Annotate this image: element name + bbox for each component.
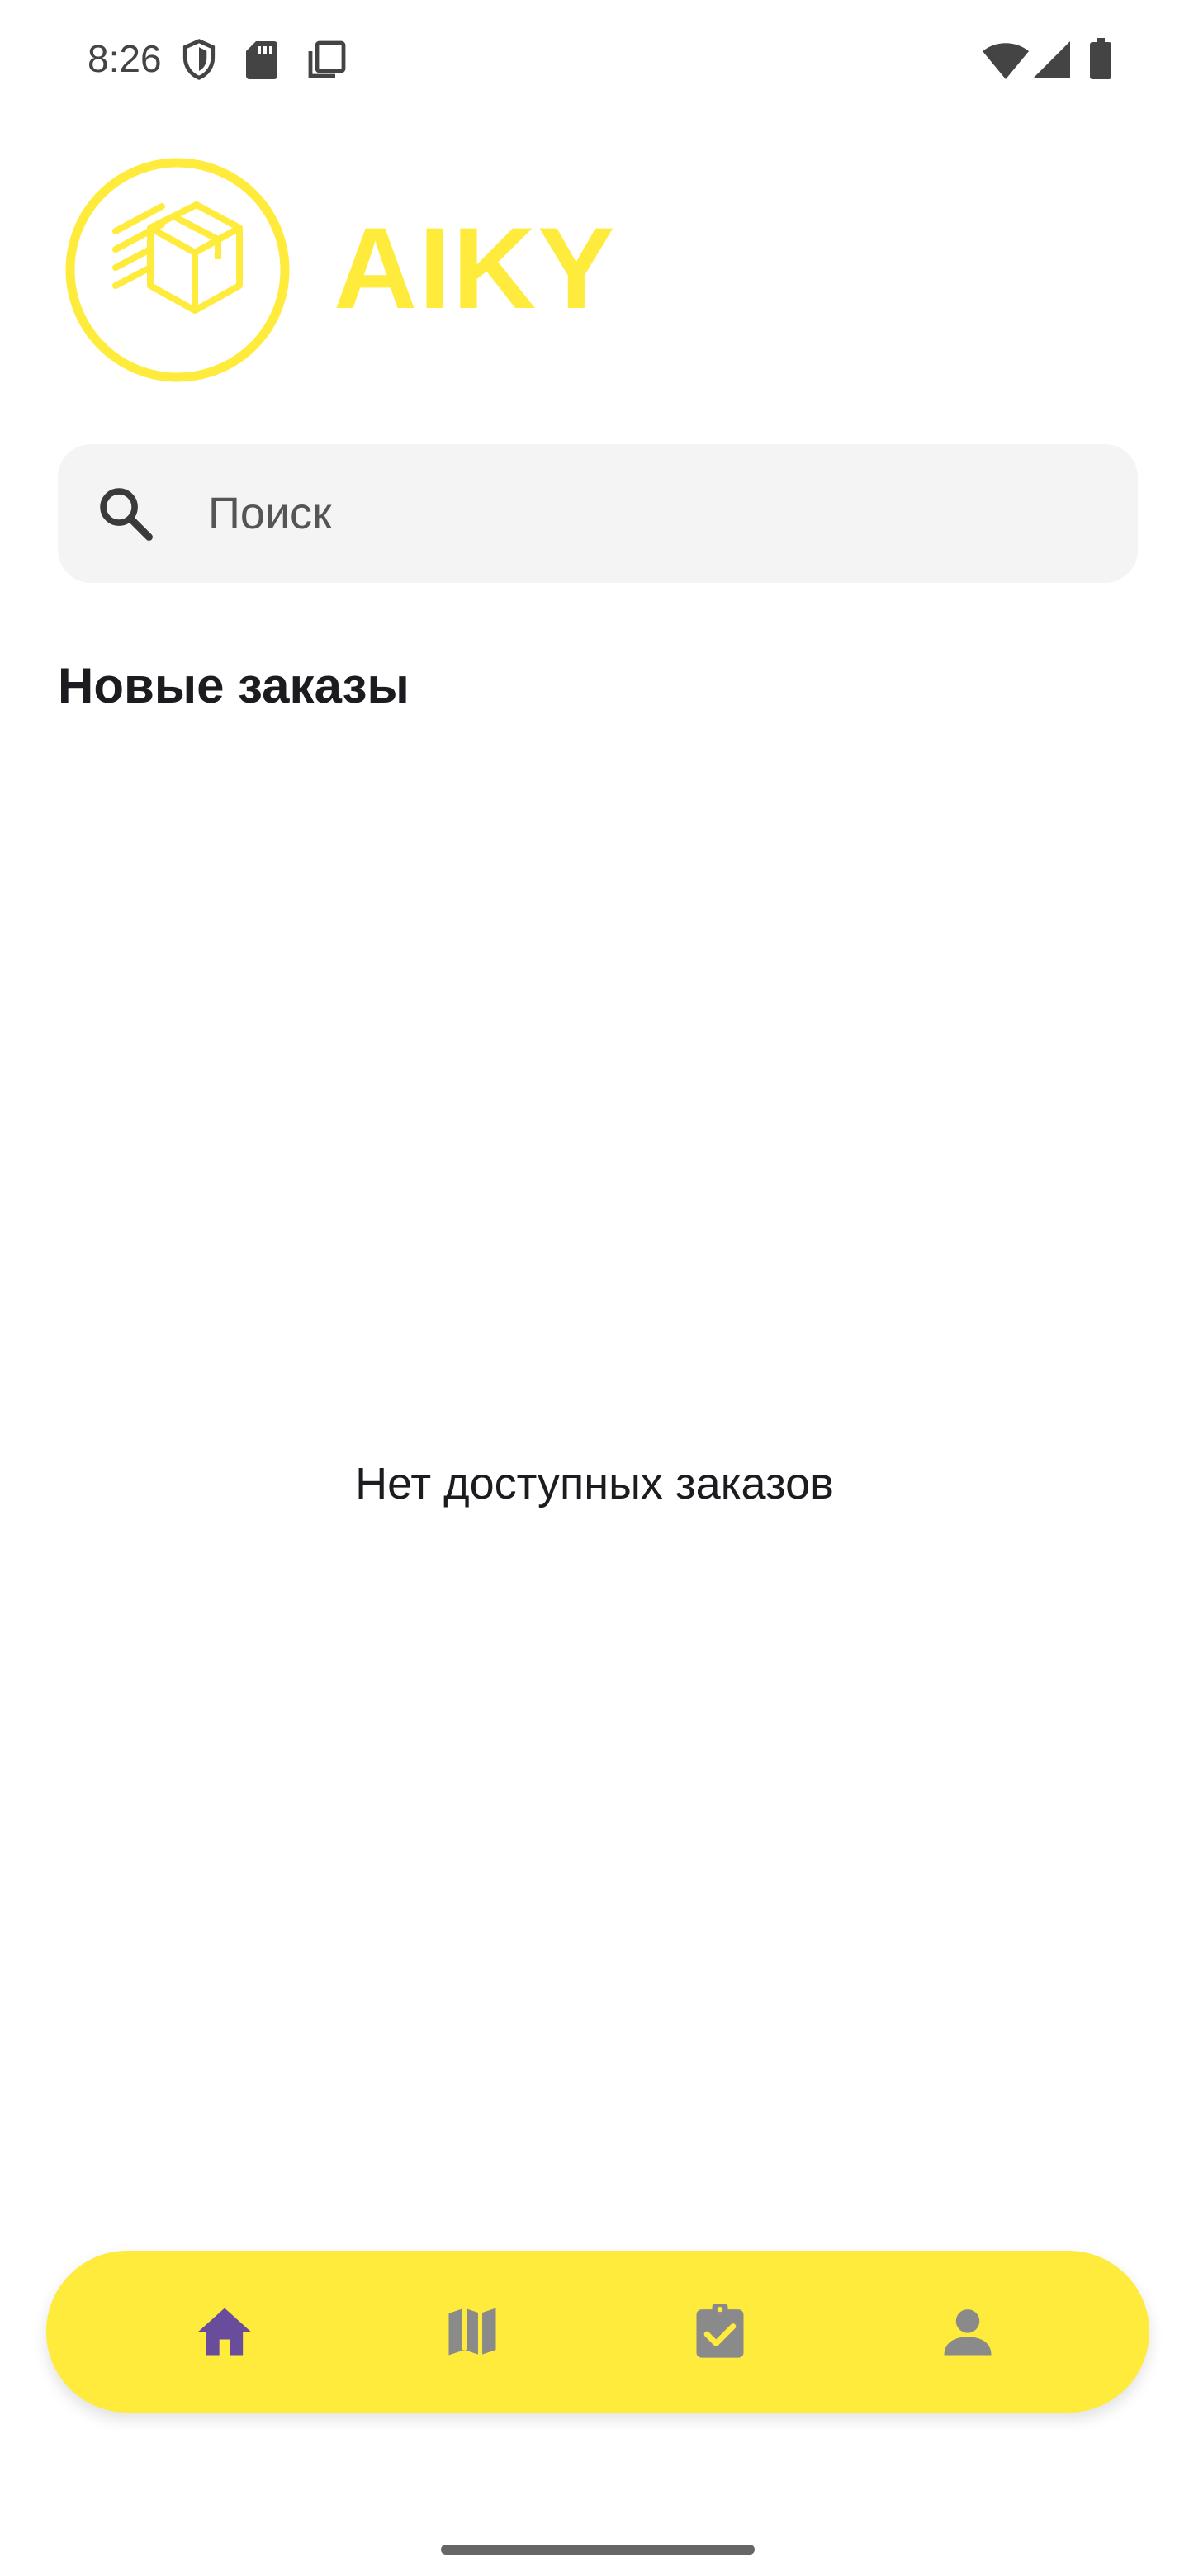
screenshot-icon <box>308 40 346 78</box>
section-title-new-orders: Новые заказы <box>58 658 410 713</box>
assignment-check-icon <box>696 2304 744 2358</box>
search-icon[interactable] <box>94 482 157 545</box>
nav-item-home[interactable] <box>142 2251 307 2413</box>
empty-orders-message: Нет доступных заказов <box>355 1459 834 1508</box>
shield-icon <box>182 39 216 80</box>
nav-item-profile[interactable] <box>885 2251 1050 2413</box>
person-icon <box>944 2309 992 2356</box>
search-input[interactable] <box>208 479 1100 548</box>
gesture-navigation-bar[interactable] <box>441 2545 755 2555</box>
bottom-navigation-bar <box>46 2251 1149 2413</box>
cellular-signal-icon <box>1034 41 1070 78</box>
map-icon <box>448 2308 496 2356</box>
battery-icon <box>1090 38 1111 79</box>
nav-item-map[interactable] <box>390 2251 555 2413</box>
logo-delivery-box-icon <box>65 158 290 382</box>
status-bar: 8:26 <box>0 0 1189 116</box>
nav-item-tasks[interactable] <box>637 2251 803 2413</box>
home-icon <box>198 2308 251 2356</box>
app-brand-name: AIKY <box>334 203 617 333</box>
status-time: 8:26 <box>88 37 162 80</box>
sd-card-icon <box>246 41 277 79</box>
wifi-icon <box>983 43 1029 79</box>
